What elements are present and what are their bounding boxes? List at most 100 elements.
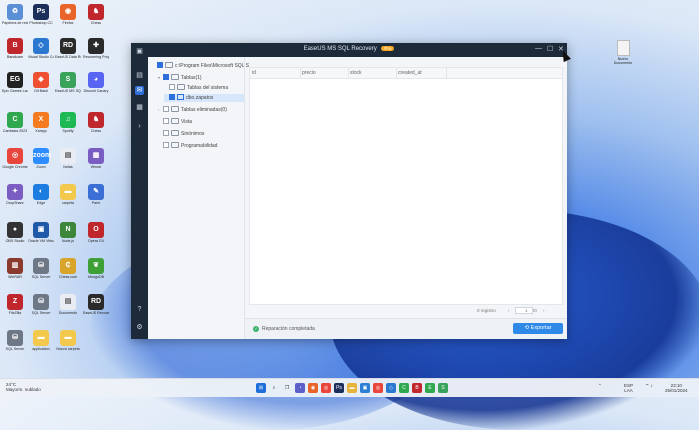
desktop-shortcut-label: Oracle VM VirtualBox bbox=[28, 239, 54, 243]
tree-checkbox[interactable] bbox=[163, 117, 169, 124]
desktop-shortcut[interactable]: ✦ DropShare bbox=[2, 184, 28, 205]
tree-checkbox[interactable] bbox=[163, 105, 169, 112]
help-icon[interactable]: ? bbox=[135, 305, 144, 314]
desktop-shortcut[interactable]: Ps Photoshop CC bbox=[28, 4, 54, 25]
search-icon[interactable]: ⌕ bbox=[269, 383, 279, 393]
record-count: 0 registro bbox=[477, 308, 496, 313]
bandicam-icon[interactable]: B bbox=[412, 383, 422, 393]
desktop-shortcut[interactable]: N Node.js bbox=[55, 222, 81, 243]
mail-icon[interactable]: ✉ bbox=[135, 86, 144, 95]
chrome-icon[interactable]: ◎ bbox=[321, 383, 331, 393]
desktop-shortcut[interactable]: ❦ MongoDB bbox=[83, 258, 109, 279]
column-header-precio[interactable]: precio bbox=[300, 68, 349, 78]
tree-checkbox[interactable] bbox=[157, 61, 163, 68]
tree-checkbox[interactable] bbox=[163, 141, 169, 148]
tree-node[interactable]: dbo.zapatos bbox=[164, 93, 244, 102]
photoshop-icon[interactable]: Ps bbox=[334, 383, 344, 393]
desktop-shortcut[interactable]: ▦ Winrar bbox=[83, 148, 109, 169]
desktop-shortcut[interactable]: ⛁ SQL Server bbox=[28, 294, 54, 315]
maximize-button[interactable]: ☐ bbox=[547, 45, 553, 53]
settings-gear-icon[interactable]: ⚙ bbox=[135, 323, 144, 332]
desktop-shortcut[interactable]: RDEaseUS Recovery bbox=[83, 294, 109, 315]
tree-node[interactable]: Programabilidad bbox=[158, 141, 244, 150]
desktop-file-icon[interactable]: Nuevo Documento bbox=[612, 40, 634, 65]
report-icon[interactable]: ▦ bbox=[135, 103, 144, 112]
expand-chevron-icon[interactable]: › bbox=[135, 122, 144, 131]
export-button[interactable]: ⟲ Exportar bbox=[513, 323, 563, 334]
tree-node[interactable]: › Tablas eliminadas(0) bbox=[158, 105, 244, 114]
chess-icon-2: ♞ bbox=[88, 112, 104, 128]
clock[interactable]: 23:10 25/01/2024 bbox=[665, 383, 688, 393]
desktop-shortcut[interactable]: ⛁ SQL Server bbox=[28, 258, 54, 279]
desktop-shortcut[interactable]: ◎ Google Chrome bbox=[2, 148, 28, 169]
desktop-shortcut[interactable]: ▤ Notas bbox=[55, 148, 81, 169]
weather-widget[interactable]: 24°C Mayorm. nublado bbox=[6, 382, 41, 392]
desktop-shortcut[interactable]: EGEpic Games Launcher bbox=[2, 72, 28, 93]
desktop-shortcut[interactable]: zoom Zoom bbox=[28, 148, 54, 169]
column-header-created-at[interactable]: created_at bbox=[396, 68, 447, 78]
column-header-stock[interactable]: stock bbox=[348, 68, 397, 78]
records-table: id precio stock created_at bbox=[249, 67, 563, 305]
tree-checkbox[interactable] bbox=[163, 73, 169, 80]
next-page-button[interactable]: › bbox=[543, 307, 545, 315]
explorer-icon[interactable]: ▬ bbox=[347, 383, 357, 393]
desktop-shortcut[interactable]: ♞ Chess bbox=[83, 4, 109, 25]
database-icon[interactable]: ▤ bbox=[135, 71, 144, 80]
desktop-shortcut[interactable]: B Bandicam bbox=[2, 38, 28, 59]
desktop-shortcut[interactable]: ✚Recovering Program bbox=[83, 38, 109, 59]
minimize-button[interactable]: — bbox=[535, 45, 542, 52]
desktop-shortcut[interactable]: ▣Oracle VM VirtualBox bbox=[28, 222, 54, 243]
title-bar[interactable]: EaseUS MS SQL Recovery Pro — ☐ ✕ bbox=[131, 43, 567, 57]
desktop-shortcut[interactable]: ▬ carpeta bbox=[55, 184, 81, 205]
chrome-icon-2[interactable]: ◎ bbox=[373, 383, 383, 393]
chat-icon[interactable]: ◔ bbox=[295, 383, 305, 393]
desktop-shortcut[interactable]: X Xampp bbox=[28, 112, 54, 133]
firefox-icon[interactable]: ◉ bbox=[308, 383, 318, 393]
desktop-shortcut[interactable]: ▬ Nueva carpeta bbox=[55, 330, 81, 351]
desktop-shortcut[interactable]: ▥ WinRAR bbox=[2, 258, 28, 279]
desktop-shortcut[interactable]: ◇Visual Studio Code bbox=[28, 38, 54, 59]
column-header-id[interactable]: id bbox=[250, 68, 301, 78]
desktop-shortcut[interactable]: ◆ Git Bash bbox=[28, 72, 54, 93]
desktop-shortcut[interactable]: ◕ Discord Canary bbox=[83, 72, 109, 93]
desktop-shortcut[interactable]: ₵ Chess.com bbox=[55, 258, 81, 279]
desktop-shortcut[interactable]: ♻Papelera de reciclaje bbox=[2, 4, 28, 25]
tree-node[interactable]: ▾ Tablas(1) bbox=[158, 73, 244, 82]
tree-checkbox[interactable] bbox=[163, 129, 169, 136]
recycle-bin-icon: ♻ bbox=[7, 4, 23, 20]
desktop-shortcut[interactable]: ♫ Spotify bbox=[55, 112, 81, 133]
start-icon[interactable]: ⊞ bbox=[256, 383, 266, 393]
prev-page-button[interactable]: ‹ bbox=[508, 307, 510, 315]
desktop-shortcut[interactable]: O Opera GX bbox=[83, 222, 109, 243]
desktop-shortcut[interactable]: ▬ application bbox=[28, 330, 54, 351]
desktop-shortcut[interactable]: ◐ Edge bbox=[28, 184, 54, 205]
desktop-shortcut[interactable]: Z FileZilla bbox=[2, 294, 28, 315]
tray-chevron-icon[interactable]: ⌃ bbox=[598, 383, 602, 388]
desktop-shortcut[interactable]: ▤ Documento bbox=[55, 294, 81, 315]
sql-recovery-icon[interactable]: S bbox=[438, 383, 448, 393]
network-volume-icons[interactable]: ⌔ ♪ bbox=[645, 383, 653, 388]
language-indicator[interactable]: ESP LAA bbox=[624, 383, 633, 393]
desktop-shortcut[interactable]: RDEaseUS Data Recovery bbox=[55, 38, 81, 59]
desktop-shortcut[interactable]: ♞ Chess bbox=[83, 112, 109, 133]
tree-node[interactable]: Vista bbox=[158, 117, 244, 126]
easeus-icon[interactable]: E bbox=[425, 383, 435, 393]
tree-node[interactable]: Sinónimos bbox=[158, 129, 244, 138]
task-view-icon[interactable]: ❐ bbox=[282, 383, 292, 393]
desktop-shortcut[interactable]: SEaseUS MS SQL Recovery bbox=[55, 72, 81, 93]
desktop-shortcut[interactable]: ✎ Paint bbox=[83, 184, 109, 205]
desktop-shortcut[interactable]: ◉ Firefox bbox=[55, 4, 81, 25]
vscode-icon[interactable]: ◇ bbox=[386, 383, 396, 393]
store-icon[interactable]: ▣ bbox=[360, 383, 370, 393]
desktop-shortcut-label: Edge bbox=[36, 201, 46, 205]
desktop-shortcut[interactable]: C Camtasia 2023 bbox=[2, 112, 28, 133]
page-input-box[interactable] bbox=[515, 307, 533, 314]
tree-node[interactable]: Tablas del sistema bbox=[164, 83, 244, 92]
tree-node[interactable]: c:\Program Files\Microsoft SQL S bbox=[152, 61, 249, 70]
desktop-shortcut[interactable]: ● OBS Studio bbox=[2, 222, 28, 243]
tree-checkbox[interactable] bbox=[169, 93, 175, 100]
camtasia-icon[interactable]: C bbox=[399, 383, 409, 393]
desktop-shortcut[interactable]: ⛁ SQL Server bbox=[2, 330, 28, 351]
tree-checkbox[interactable] bbox=[169, 83, 175, 90]
page-total: /0 bbox=[533, 308, 537, 313]
